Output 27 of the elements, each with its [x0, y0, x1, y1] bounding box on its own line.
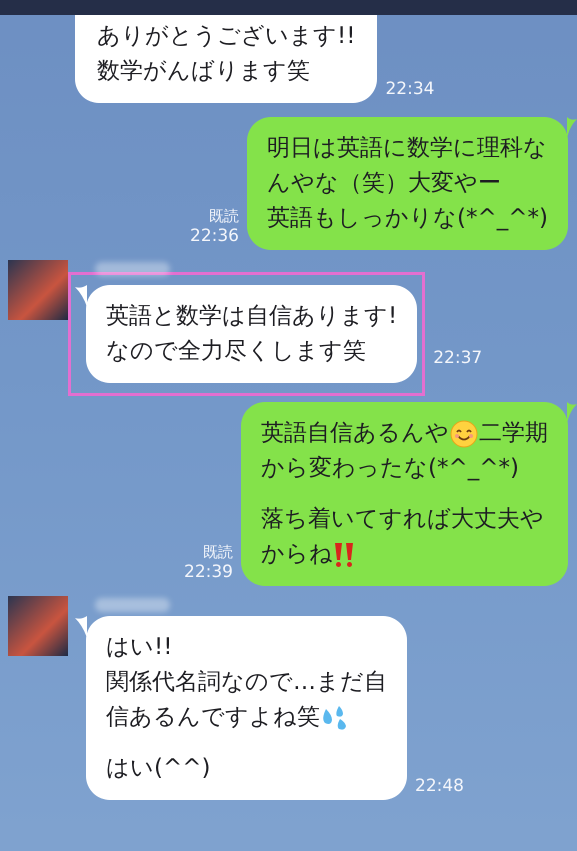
message-time: 22:34	[385, 79, 434, 99]
message-text: 関係代名詞なので…まだ自	[106, 668, 387, 697]
message-text: はい(^^)	[106, 754, 210, 783]
message-text: からね	[261, 540, 333, 569]
message-time: 22:48	[415, 776, 464, 796]
message-text: んやな（笑）大変やー	[267, 169, 501, 198]
message-text: 英語と数学は自信あります!	[106, 302, 398, 331]
read-receipt: 既読	[203, 542, 233, 562]
avatar-image[interactable]	[8, 260, 68, 320]
message-text: はい!!	[106, 633, 172, 662]
message-time: 22:36	[190, 226, 239, 246]
exclamation-emoji-icon	[333, 542, 355, 568]
message-text: 数学がんばります笑	[97, 57, 310, 86]
message-time: 22:37	[433, 348, 482, 368]
message-text: 英語自信あるんや	[261, 419, 449, 448]
smiley-emoji-icon	[450, 420, 478, 448]
message-text: 落ち着いてすれば大丈夫や	[261, 505, 544, 534]
message-text: 明日は英語に数学に理科な	[267, 134, 547, 163]
read-receipt: 既読	[209, 206, 239, 226]
message-text: 英語もしっかりな(*^_^*)	[267, 204, 548, 233]
message-time: 22:39	[184, 562, 233, 582]
avatar-image[interactable]	[8, 596, 68, 656]
message-text: 信あるんですよね笑	[106, 703, 320, 732]
message-text: ありがとうございます!!	[97, 22, 356, 51]
message-text: 二学期	[479, 419, 548, 448]
message-text: なので全力尽くします笑	[106, 337, 366, 366]
message-text: から変わったな(*^_^*)	[261, 454, 519, 483]
